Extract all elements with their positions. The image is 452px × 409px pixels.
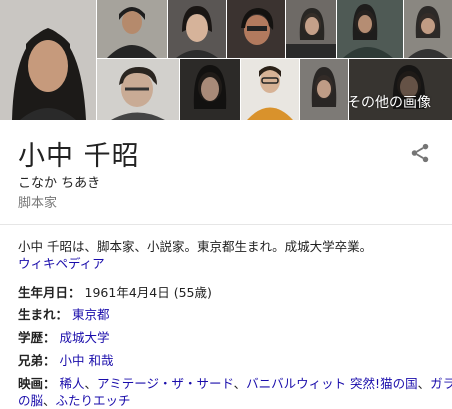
age-value: (55歳) bbox=[173, 285, 212, 300]
fact-label: 生まれ bbox=[18, 307, 56, 322]
education-link[interactable]: 成城大学 bbox=[60, 330, 110, 345]
list-separator: 、 bbox=[43, 393, 56, 408]
film-link[interactable]: バニバルウィット 突然!猫の国 bbox=[246, 376, 418, 391]
fact-sibling: 兄弟： 小中 和哉 bbox=[18, 350, 114, 369]
fact-separator: ： bbox=[43, 376, 56, 391]
entity-title: 小中 千昭 bbox=[18, 141, 140, 172]
birthplace-link[interactable]: 東京都 bbox=[72, 307, 110, 322]
fact-separator: ： bbox=[43, 330, 56, 345]
share-icon[interactable] bbox=[409, 142, 431, 164]
wikipedia-link[interactable]: ウィキペディア bbox=[18, 253, 105, 272]
thumbnail-image[interactable] bbox=[97, 0, 167, 58]
thumbnail-image[interactable] bbox=[300, 59, 348, 120]
entity-occupation: 脚本家 bbox=[18, 196, 58, 211]
thumbnail-image[interactable] bbox=[337, 0, 403, 58]
fact-label: 兄弟 bbox=[18, 353, 44, 368]
thumbnail-image[interactable] bbox=[241, 59, 299, 120]
thumbnail-image[interactable] bbox=[180, 59, 240, 120]
film-link[interactable]: ふたりエッチ bbox=[56, 393, 131, 408]
film-link[interactable]: ガラス bbox=[430, 376, 452, 391]
fact-label: 映画 bbox=[18, 376, 44, 391]
fact-separator: ： bbox=[43, 353, 56, 368]
list-separator: 、 bbox=[417, 376, 431, 391]
divider bbox=[0, 224, 452, 225]
fact-birth-date: 生年月日： 1961年4月4日 (55歳) bbox=[18, 282, 212, 301]
entity-reading: こなか ちあき bbox=[18, 176, 101, 191]
film-link[interactable]: の脳 bbox=[18, 393, 43, 408]
list-separator: 、 bbox=[84, 376, 98, 391]
main-photo[interactable] bbox=[0, 0, 96, 120]
fact-films-continued: の脳、ふたりエッチ bbox=[18, 390, 131, 409]
thumbnail-image[interactable] bbox=[168, 0, 226, 58]
fact-separator: ： bbox=[55, 307, 69, 322]
thumbnail-image[interactable] bbox=[404, 0, 452, 58]
fact-separator: ： bbox=[68, 285, 81, 300]
thumbnail-image[interactable] bbox=[97, 59, 179, 120]
fact-value: 1961年4月4日 bbox=[84, 285, 170, 300]
film-link[interactable]: 稀人 bbox=[60, 376, 85, 391]
fact-birthplace: 生まれ： 東京都 bbox=[18, 304, 110, 323]
more-images-label[interactable]: その他の画像 bbox=[347, 92, 431, 112]
thumbnail-image[interactable] bbox=[227, 0, 285, 58]
list-separator: 、 bbox=[233, 376, 247, 391]
image-strip: その他の画像 bbox=[0, 0, 452, 120]
fact-label: 学歴 bbox=[18, 330, 44, 345]
fact-education: 学歴： 成城大学 bbox=[18, 327, 110, 346]
fact-label: 生年月日 bbox=[18, 285, 69, 300]
film-link[interactable]: アミテージ・ザ・サード bbox=[97, 376, 234, 391]
sibling-link[interactable]: 小中 和哉 bbox=[60, 353, 114, 368]
thumbnail-image[interactable] bbox=[286, 0, 336, 58]
